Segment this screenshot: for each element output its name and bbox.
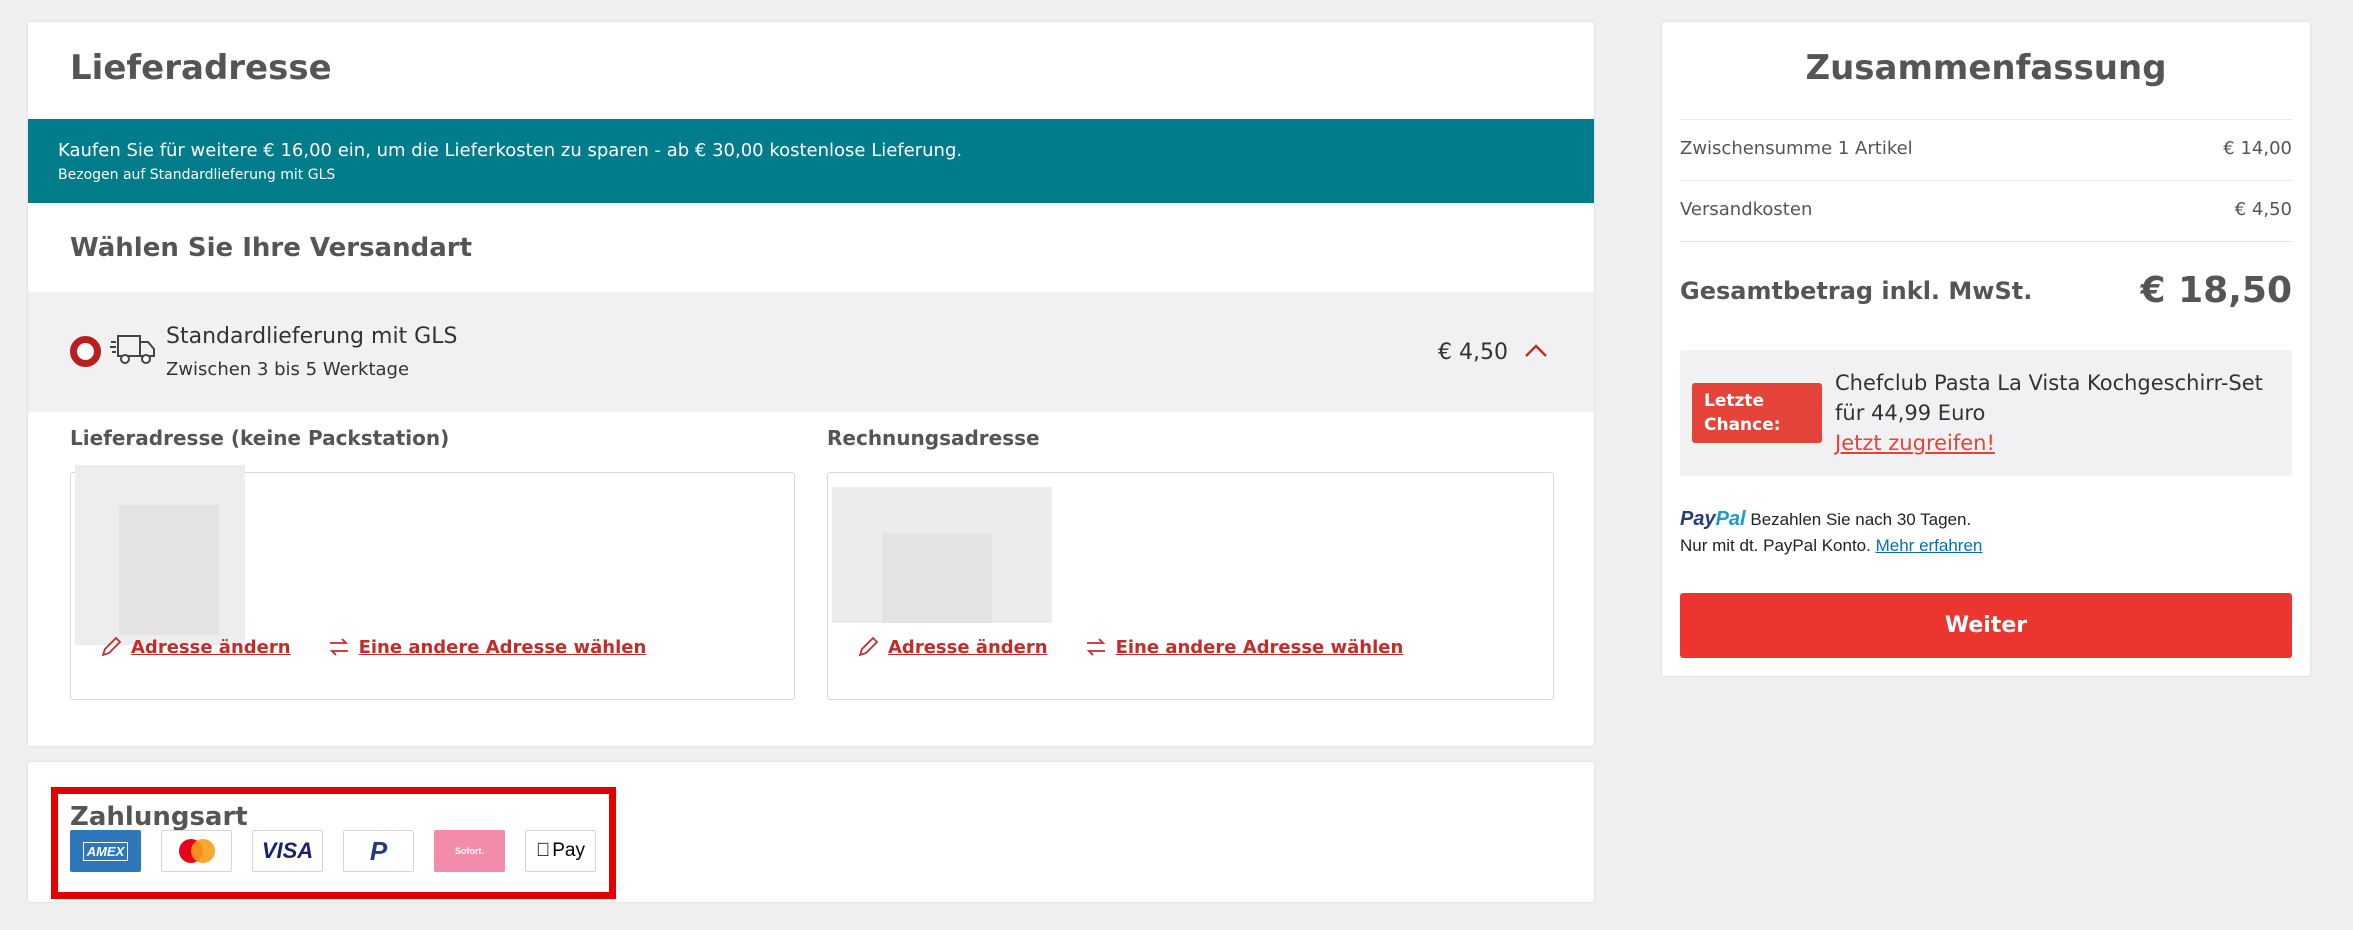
billing-address-box: Adresse ändern Eine andere Adresse wähle… (827, 472, 1554, 700)
shipping-address-title: Lieferadresse (keine Packstation) (70, 426, 450, 450)
total-label: Gesamtbetrag inkl. MwSt. (1680, 276, 2033, 305)
shipping-cost-value: € 4,50 (2234, 199, 2292, 220)
edit-shipping-address-link[interactable]: Adresse ändern (131, 637, 291, 658)
choose-other-billing-address-link[interactable]: Eine andere Adresse wählen (1116, 637, 1404, 658)
subtotal-row: Zwischensumme 1 Artikel € 14,00 (1680, 138, 2292, 159)
divider (1680, 241, 2292, 242)
redacted-address-part (119, 505, 219, 635)
swap-arrows-icon (329, 638, 348, 656)
last-chance-text: Chefclub Pasta La Vista Kochgeschirr-Set… (1835, 371, 2263, 425)
subtotal-label: Zwischensumme 1 Artikel (1680, 138, 1913, 159)
payment-highlight-box (51, 787, 616, 899)
paypal-learn-more-link[interactable]: Mehr erfahren (1876, 536, 1983, 555)
delivery-card: Lieferadresse Kaufen Sie für weitere € 1… (27, 21, 1595, 747)
last-chance-link[interactable]: Jetzt zugreifen! (1835, 428, 2280, 458)
shipping-cost-row: Versandkosten € 4,50 (1680, 199, 2292, 220)
total-row: Gesamtbetrag inkl. MwSt. € 18,50 (1680, 270, 2292, 311)
choose-other-shipping-address[interactable]: Eine andere Adresse wählen (327, 635, 647, 659)
swap-arrows-icon (1086, 638, 1105, 656)
shipping-method-title: Wählen Sie Ihre Versandart (70, 233, 473, 263)
divider (1680, 119, 2292, 120)
chevron-up-icon[interactable] (1524, 342, 1548, 358)
promo-line-2: Bezogen auf Standardlieferung mit GLS (58, 167, 336, 183)
paypal-logo-pay: Pay (1680, 508, 1716, 530)
summary-title: Zusammenfassung (1805, 48, 2167, 88)
paypal-logo-pal: Pal (1715, 508, 1746, 530)
choose-other-billing-address[interactable]: Eine andere Adresse wählen (1084, 635, 1404, 659)
choose-other-shipping-address-link[interactable]: Eine andere Adresse wählen (359, 637, 647, 658)
last-chance-badge: Letzte Chance: (1692, 383, 1822, 443)
last-chance-offer: Letzte Chance: Chefclub Pasta La Vista K… (1680, 350, 2292, 476)
divider (1680, 180, 2292, 181)
continue-button[interactable]: Weiter (1680, 593, 2292, 658)
paypal-later-info: PayPal Bezahlen Sie nach 30 Tagen. Nur m… (1680, 506, 1982, 559)
last-chance-text-block: Chefclub Pasta La Vista Kochgeschirr-Set… (1835, 368, 2280, 458)
paypal-text-1: Bezahlen Sie nach 30 Tagen. (1750, 510, 1972, 529)
edit-billing-address[interactable]: Adresse ändern (856, 635, 1048, 659)
free-shipping-banner: Kaufen Sie für weitere € 16,00 ein, um d… (28, 119, 1594, 203)
shipping-cost-label: Versandkosten (1680, 199, 1813, 220)
shipping-option-gls[interactable]: Standardlieferung mit GLS Zwischen 3 bis… (28, 292, 1594, 412)
paypal-logo: PayPal (1680, 508, 1746, 530)
edit-billing-address-link[interactable]: Adresse ändern (888, 637, 1048, 658)
truck-icon (110, 335, 155, 364)
total-value: € 18,50 (2140, 270, 2292, 311)
paypal-text-2: Nur mit dt. PayPal Konto. (1680, 536, 1871, 555)
shipping-option-name: Standardlieferung mit GLS (166, 324, 458, 349)
summary-card: Zusammenfassung Zwischensumme 1 Artikel … (1661, 21, 2311, 677)
redacted-address-part (882, 533, 992, 623)
promo-line-1: Kaufen Sie für weitere € 16,00 ein, um d… (58, 140, 963, 161)
subtotal-value: € 14,00 (2223, 138, 2292, 159)
pencil-icon (101, 636, 122, 657)
edit-shipping-address[interactable]: Adresse ändern (99, 635, 291, 659)
shipping-radio[interactable] (70, 336, 101, 367)
pencil-icon (858, 636, 879, 657)
delivery-title: Lieferadresse (70, 48, 332, 88)
billing-address-title: Rechnungsadresse (827, 426, 1040, 450)
shipping-option-time: Zwischen 3 bis 5 Werktage (166, 359, 410, 380)
shipping-option-price: € 4,50 (1438, 340, 1508, 365)
shipping-address-box: Adresse ändern Eine andere Adresse wähle… (70, 465, 795, 700)
